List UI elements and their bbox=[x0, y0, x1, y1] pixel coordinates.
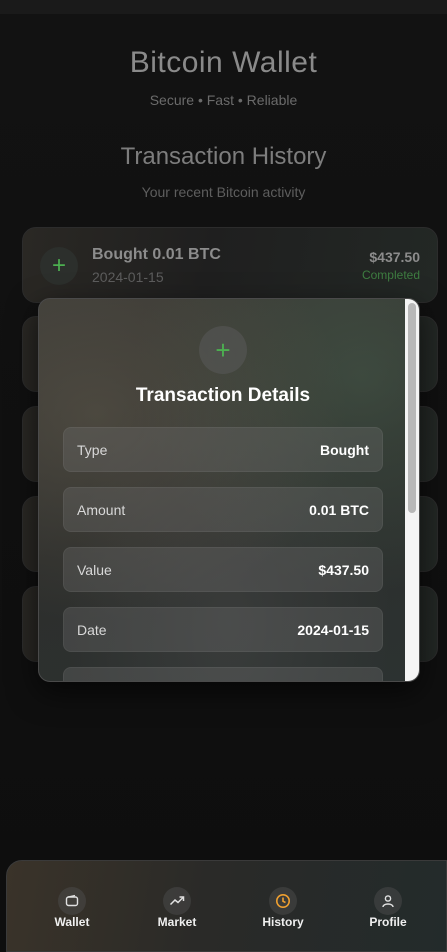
status-bar bbox=[0, 0, 447, 14]
nav-label: Wallet bbox=[54, 915, 90, 929]
clock-icon bbox=[269, 887, 297, 915]
modal-scrollbar[interactable] bbox=[405, 299, 419, 681]
modal-content[interactable]: + Transaction Details Type Bought Amount… bbox=[39, 299, 407, 681]
detail-row-value: Value $437.50 bbox=[63, 547, 383, 592]
detail-label: Date bbox=[77, 622, 107, 638]
transaction-item[interactable]: + Bought 0.01 BTC 2024-01-15 $437.50 Com… bbox=[22, 227, 438, 303]
detail-label: Amount bbox=[77, 502, 126, 518]
detail-value: 2024-01-15 bbox=[297, 622, 369, 638]
wallet-icon bbox=[58, 887, 86, 915]
user-icon bbox=[374, 887, 402, 915]
transaction-status: Completed bbox=[361, 268, 420, 282]
transaction-date: 2024-01-15 bbox=[92, 269, 164, 285]
detail-row-type: Type Bought bbox=[63, 427, 383, 472]
detail-value: 0.01 BTC bbox=[309, 502, 369, 518]
detail-row-amount: Amount 0.01 BTC bbox=[63, 487, 383, 532]
nav-item-profile[interactable]: Profile bbox=[348, 887, 428, 929]
app-tagline: Secure • Fast • Reliable bbox=[149, 92, 298, 108]
detail-label: Type bbox=[77, 442, 108, 458]
nav-item-history[interactable]: History bbox=[243, 887, 323, 929]
detail-row-date: Date 2024-01-15 bbox=[63, 607, 383, 652]
bottom-nav: Wallet Market History Profile bbox=[6, 860, 447, 952]
transaction-name: Bought 0.01 BTC bbox=[92, 246, 221, 263]
transaction-details-modal: + Transaction Details Type Bought Amount… bbox=[38, 298, 420, 682]
nav-item-market[interactable]: Market bbox=[137, 887, 217, 929]
app-screen: Bitcoin Wallet Secure • Fast • Reliable … bbox=[0, 0, 447, 952]
transaction-amount: $437.50 bbox=[369, 249, 420, 265]
scrollbar-thumb[interactable] bbox=[408, 303, 416, 513]
modal-title: Transaction Details bbox=[135, 385, 311, 406]
nav-item-wallet[interactable]: Wallet bbox=[32, 887, 112, 929]
nav-label: History bbox=[262, 915, 304, 929]
trending-up-icon bbox=[163, 887, 191, 915]
page-subtitle: Your recent Bitcoin activity bbox=[141, 184, 306, 200]
plus-icon: + bbox=[40, 247, 78, 285]
app-title: Bitcoin Wallet bbox=[129, 46, 318, 79]
nav-label: Market bbox=[157, 915, 197, 929]
nav-label: Profile bbox=[369, 915, 407, 929]
page-title: Transaction History bbox=[120, 143, 327, 170]
detail-label: Value bbox=[77, 562, 112, 578]
detail-row-partial bbox=[63, 667, 383, 681]
plus-icon: + bbox=[199, 326, 247, 374]
detail-value: Bought bbox=[320, 442, 369, 458]
detail-value: $437.50 bbox=[318, 562, 369, 578]
